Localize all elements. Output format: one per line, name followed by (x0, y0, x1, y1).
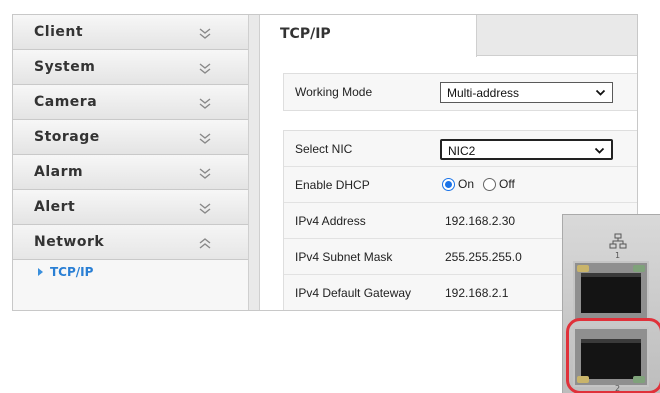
working-mode-label: Working Mode (295, 85, 373, 99)
sidebar-item-alarm[interactable]: Alarm (13, 155, 248, 190)
port-1-led-right (633, 265, 645, 272)
working-mode-row: Working Mode Multi-address (284, 74, 637, 110)
double-chevron-down-icon (199, 98, 211, 109)
port-2-highlight (566, 318, 660, 393)
nic-ports-photo: 1 2 (562, 214, 660, 393)
chevron-down-icon (594, 147, 605, 154)
dhcp-off-label: Off (499, 177, 515, 191)
tab-tcpip[interactable]: TCP/IP (260, 15, 477, 57)
sidebar-item-network[interactable]: Network (13, 225, 248, 260)
double-chevron-down-icon (199, 133, 211, 144)
gateway-value[interactable]: 192.168.2.1 (445, 286, 508, 300)
sidebar-item-label: Storage (34, 129, 100, 145)
sidebar-item-label: Network (34, 234, 105, 250)
sidebar-item-label: System (34, 59, 96, 75)
sidebar-item-label: Client (34, 24, 84, 40)
double-chevron-up-icon (199, 238, 211, 249)
rj45-jack-1 (581, 273, 641, 313)
select-nic-row: Select NIC NIC2 (284, 131, 637, 167)
sidebar-item-camera[interactable]: Camera (13, 85, 248, 120)
select-nic-value: NIC2 (448, 144, 476, 158)
ethernet-port-1 (573, 261, 649, 321)
dhcp-on-radio[interactable] (442, 178, 455, 191)
network-icon (609, 233, 627, 249)
double-chevron-down-icon (199, 28, 211, 39)
ipv4-address-label: IPv4 Address (295, 214, 366, 228)
enable-dhcp-label: Enable DHCP (295, 178, 370, 192)
double-chevron-down-icon (199, 203, 211, 214)
sidebar-item-system[interactable]: System (13, 50, 248, 85)
working-mode-group: Working Mode Multi-address (283, 73, 637, 111)
subnet-mask-value[interactable]: 255.255.255.0 (445, 250, 522, 264)
double-chevron-down-icon (199, 63, 211, 74)
triangle-right-icon (38, 268, 43, 276)
sidebar-item-label: Camera (34, 94, 98, 110)
sidebar-item-alert[interactable]: Alert (13, 190, 248, 225)
sidebar-item-client[interactable]: Client (13, 15, 248, 50)
select-nic-label: Select NIC (295, 142, 353, 156)
tab-label: TCP/IP (280, 26, 331, 42)
sidebar-menu: Client System Camera Storage Alarm Alert… (13, 15, 249, 310)
dhcp-on-label: On (458, 177, 475, 191)
double-chevron-down-icon (199, 168, 211, 179)
sidebar-item-label: Alert (34, 199, 76, 215)
port-1-number: 1 (615, 251, 621, 260)
port-1-led-left (577, 265, 589, 272)
sidebar-subitem-label: TCP/IP (50, 265, 94, 279)
sidebar-item-storage[interactable]: Storage (13, 120, 248, 155)
dhcp-off-radio[interactable] (483, 178, 496, 191)
subnet-mask-label: IPv4 Subnet Mask (295, 250, 393, 264)
sidebar-item-label: Alarm (34, 164, 84, 180)
tab-bar: TCP/IP (260, 15, 637, 57)
working-mode-value: Multi-address (447, 86, 520, 100)
ipv4-address-value[interactable]: 192.168.2.30 (445, 214, 515, 228)
enable-dhcp-row: Enable DHCP On Off (284, 167, 637, 203)
nvr-web-ui: Client System Camera Storage Alarm Alert… (12, 14, 638, 311)
gateway-label: IPv4 Default Gateway (295, 286, 412, 300)
working-mode-select[interactable]: Multi-address (440, 82, 613, 103)
select-nic-select[interactable]: NIC2 (440, 139, 613, 160)
sidebar-subitem-tcpip[interactable]: TCP/IP (13, 260, 248, 310)
chevron-down-icon (595, 89, 606, 96)
